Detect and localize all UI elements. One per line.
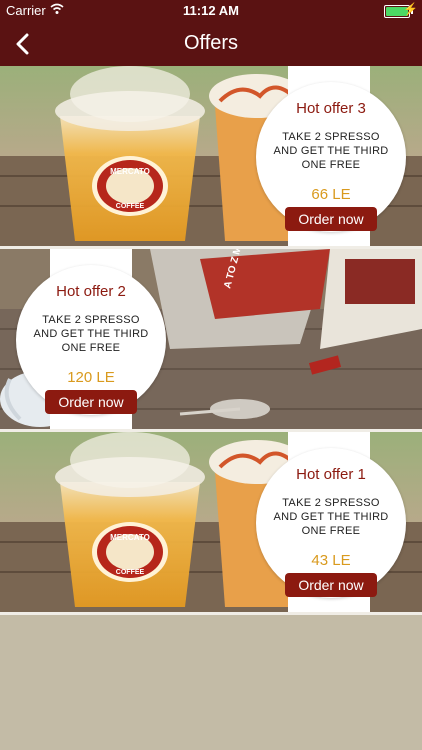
cup-logo-text: COFFEE [116,203,145,210]
offer-description: TAKE 2 SPRESSO AND GET THE THIRD ONE FRE… [33,314,149,354]
offer-title: Hot offer 3 [296,100,366,117]
charging-icon: ⚡ [403,2,418,16]
offers-list: MERCATO COFFEE Hot offer 3 TAKE 2 SPRESS… [0,66,422,615]
offer-description: TAKE 2 SPRESSO AND GET THE THIRD ONE FRE… [273,497,389,537]
page-title: Offers [183,32,239,54]
cup-logo-text: COFFEE [116,569,145,576]
offer-price: 43 LE [311,552,351,569]
cup-logo-text: MERCATO [110,167,150,176]
navigation-bar: Offers [0,22,422,66]
cup-logo-text: MERCATO [110,533,150,542]
status-time: 11:12 AM [183,3,239,18]
order-now-button[interactable]: Order now [45,390,137,414]
status-bar: Carrier 11:12 AM ⚡ [0,0,422,22]
order-now-button[interactable]: Order now [285,207,377,231]
offer-badge: Hot offer 2 TAKE 2 SPRESSO AND GET THE T… [16,265,166,415]
offer-price: 120 LE [67,369,115,386]
offer-price: 66 LE [311,186,351,203]
offer-card[interactable]: A TO Z MOTORSPORT DIRECTORY 2005 Hot off… [0,249,422,432]
offer-description: TAKE 2 SPRESSO AND GET THE THIRD ONE FRE… [273,131,389,171]
order-now-button[interactable]: Order now [285,573,377,597]
offer-title: Hot offer 2 [56,283,126,300]
offer-badge: Hot offer 1 TAKE 2 SPRESSO AND GET THE T… [256,448,406,598]
offer-card[interactable]: MERCATO COFFEE Hot offer 1 TAKE 2 SPRESS… [0,432,422,615]
offer-badge: Hot offer 3 TAKE 2 SPRESSO AND GET THE T… [256,82,406,232]
offer-title: Hot offer 1 [296,466,366,483]
offer-card[interactable]: MERCATO COFFEE Hot offer 3 TAKE 2 SPRESS… [0,66,422,249]
